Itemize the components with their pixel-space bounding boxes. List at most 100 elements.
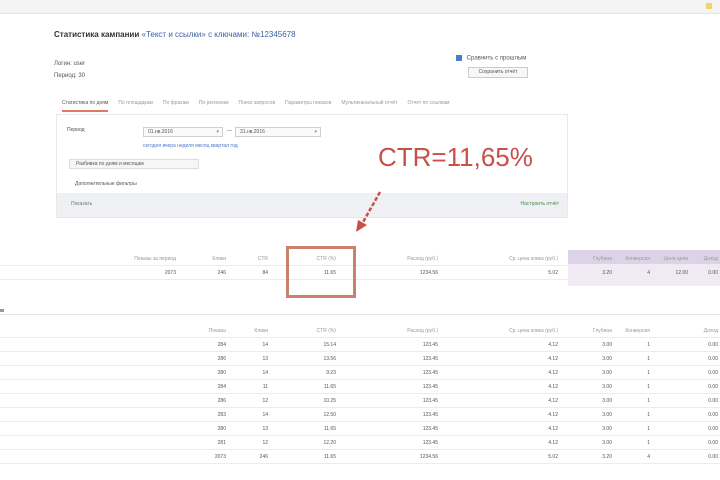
summary-header-cost: Расход (руб.) xyxy=(407,256,438,262)
summary-conversion: 4 xyxy=(647,270,650,276)
cell-depth: 3.00 xyxy=(602,356,612,362)
cell-avg-cpc: 4.12 xyxy=(548,384,558,390)
cell-avg-cpc: 4.12 xyxy=(548,370,558,376)
cell-conversion: Конверсия xyxy=(625,328,650,334)
cell-clicks: 246 xyxy=(259,454,268,460)
section-marker xyxy=(0,309,4,312)
cell-impressions: 286 xyxy=(217,398,226,404)
cell-conversion: 1 xyxy=(647,370,650,376)
cell-avg-cpc: 4.12 xyxy=(548,440,558,446)
cell-cost: 123.45 xyxy=(422,356,438,362)
table-row: 286 13 13.56 123.45 4.12 3.00 1 0.00 xyxy=(0,354,720,366)
cell-ctr: 12.50 xyxy=(323,412,336,418)
table-row: 284 11 11.65 123.45 4.12 3.00 1 0.00 xyxy=(0,382,720,394)
cell-conversion: 1 xyxy=(647,412,650,418)
cell-cost: 123.45 xyxy=(422,384,438,390)
cell-clicks: 12 xyxy=(262,398,268,404)
cell-revenue: 0.00 xyxy=(708,412,718,418)
cell-impressions: 286 xyxy=(217,356,226,362)
table-row: 283 14 12.50 123.45 4.12 3.00 1 0.00 xyxy=(0,410,720,422)
table-row: 286 12 10.25 123.45 4.12 3.00 1 0.00 xyxy=(0,396,720,408)
cell-clicks: 14 xyxy=(262,370,268,376)
cell-cost: 123.45 xyxy=(422,412,438,418)
cell-impressions: 281 xyxy=(217,440,226,446)
summary-clicks: 246 xyxy=(217,270,226,276)
cell-cost: 123.45 xyxy=(422,440,438,446)
cell-impressions: 280 xyxy=(217,370,226,376)
summary-header-revenue: Доход xyxy=(703,256,718,262)
cell-revenue: 0.00 xyxy=(708,440,718,446)
cell-impressions: 284 xyxy=(217,384,226,390)
cell-conversion: 1 xyxy=(647,384,650,390)
summary-header-avg-cpc: Ср. цена клика (руб.) xyxy=(509,256,558,262)
summary-impressions: 2073 xyxy=(164,270,176,276)
cell-conversion: 4 xyxy=(647,454,650,460)
cell-revenue: 0.00 xyxy=(708,384,718,390)
summary-values-row: 2073 246 84 11.65 1234.56 5.02 3.20 4 12… xyxy=(0,268,720,280)
cell-clicks: 14 xyxy=(262,412,268,418)
cell-ctr: 15.14 xyxy=(323,342,336,348)
detail-header-row: Показы Клики CTR (%) Расход (руб.) Ср. цена … xyxy=(0,326,720,338)
summary-header-goal-cost: Цена цели xyxy=(663,256,688,262)
cell-revenue: 0.00 xyxy=(708,342,718,348)
cell-revenue: 0.00 xyxy=(708,398,718,404)
ctr-highlight-box xyxy=(286,246,356,298)
cell-cost: Расход (руб.) xyxy=(407,328,438,334)
cell-clicks: 12 xyxy=(262,440,268,446)
cell-revenue: 0.00 xyxy=(708,454,718,460)
cell-depth: 3.00 xyxy=(602,440,612,446)
cell-avg-cpc: 5.02 xyxy=(548,454,558,460)
cell-ctr: 11.65 xyxy=(323,384,336,390)
cell-ctr: 11.65 xyxy=(323,426,336,432)
summary-header-ctr: CTR xyxy=(257,256,268,262)
cell-ctr: CTR (%) xyxy=(316,328,336,334)
table-row: 2073 246 11.65 1234.56 5.02 3.20 4 0.00 xyxy=(0,452,720,464)
cell-ctr: 12.20 xyxy=(323,440,336,446)
cell-impressions: 284 xyxy=(217,342,226,348)
cell-ctr: 13.56 xyxy=(323,356,336,362)
cell-impressions: 283 xyxy=(217,412,226,418)
cell-cost: 123.45 xyxy=(422,342,438,348)
cell-clicks: 14 xyxy=(262,342,268,348)
section-divider xyxy=(0,314,720,315)
cell-revenue: 0.00 xyxy=(708,356,718,362)
cell-conversion: 1 xyxy=(647,426,650,432)
cell-avg-cpc: Ср. цена клика (руб.) xyxy=(509,328,558,334)
summary-depth: 3.20 xyxy=(602,270,612,276)
cell-clicks: 13 xyxy=(262,426,268,432)
summary-cost: 1234.56 xyxy=(419,270,438,276)
summary-header-conversion: Конверсия xyxy=(625,256,650,262)
cell-depth: 3.00 xyxy=(602,384,612,390)
cell-cost: 123.45 xyxy=(422,398,438,404)
cell-impressions: 280 xyxy=(217,426,226,432)
cell-avg-cpc: 4.12 xyxy=(548,398,558,404)
cell-cost: 123.45 xyxy=(422,426,438,432)
cell-clicks: Клики xyxy=(254,328,268,334)
cell-conversion: 1 xyxy=(647,398,650,404)
cell-ctr: 9.23 xyxy=(326,370,336,376)
summary-ctr: 84 xyxy=(262,270,268,276)
cell-avg-cpc: 4.12 xyxy=(548,356,558,362)
cell-impressions: 2073 xyxy=(214,454,226,460)
table-row: 284 14 15.14 123.45 4.12 3.00 1 0.00 xyxy=(0,340,720,352)
cell-conversion: 1 xyxy=(647,440,650,446)
summary-header-clicks: Клики xyxy=(212,256,226,262)
cell-revenue: Доход xyxy=(703,328,718,334)
table-row: 280 13 11.65 123.45 4.12 3.00 1 0.00 xyxy=(0,424,720,436)
cell-revenue: 0.00 xyxy=(708,426,718,432)
cell-depth: 3.00 xyxy=(602,398,612,404)
cell-cost: 1234.56 xyxy=(419,454,438,460)
summary-header-impressions: Показы за период xyxy=(134,256,176,262)
table-row: 280 14 9.23 123.45 4.12 3.00 1 0.00 xyxy=(0,368,720,380)
cell-avg-cpc: 4.12 xyxy=(548,426,558,432)
cell-impressions: Показы xyxy=(208,328,226,334)
cell-depth: 3.20 xyxy=(602,454,612,460)
cell-depth: 3.00 xyxy=(602,426,612,432)
summary-goal-cost: 12.00 xyxy=(675,270,688,276)
cell-avg-cpc: 4.12 xyxy=(548,342,558,348)
cell-depth: 3.00 xyxy=(602,342,612,348)
cell-cost: 123.45 xyxy=(422,370,438,376)
cell-depth: 3.00 xyxy=(602,412,612,418)
summary-avg-cpc: 5.02 xyxy=(548,270,558,276)
summary-header-depth: Глубина xyxy=(592,256,612,262)
